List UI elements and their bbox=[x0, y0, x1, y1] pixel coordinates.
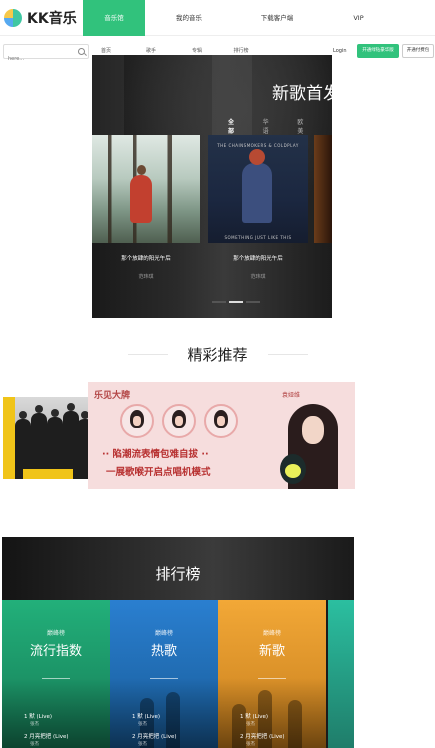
chart-card-subtitle: 巅峰榜 bbox=[154, 630, 173, 637]
chart-artist-2[interactable]: 张杰 bbox=[246, 741, 255, 747]
chart-card-hot-songs[interactable]: 巅峰榜 热歌 1 默 (Live) 张杰 2 月亮把把 (Live) 张杰 bbox=[110, 600, 218, 748]
album-cover-band: THE CHAINSMOKERS & COLDPLAY bbox=[217, 143, 299, 148]
album-figure bbox=[242, 149, 272, 223]
chart-song-2[interactable]: 2 月亮把把 (Live) bbox=[240, 732, 285, 740]
carousel-dot-active[interactable] bbox=[229, 301, 243, 303]
chart-artist-1[interactable]: 张杰 bbox=[30, 721, 39, 727]
chart-card-title: 热歌 bbox=[150, 644, 177, 659]
chart-song-1[interactable]: 1 默 (Live) bbox=[240, 712, 268, 720]
banner-subline: 一展歌喉开启点唱机模式 bbox=[106, 467, 211, 478]
chart-song-2[interactable]: 2 月亮把把 (Live) bbox=[24, 732, 69, 740]
album-artist-1[interactable]: 范玮琪 bbox=[92, 273, 200, 280]
chart-song-2[interactable]: 2 月亮把把 (Live) bbox=[132, 732, 177, 740]
chart-song-1[interactable]: 1 默 (Live) bbox=[24, 712, 52, 720]
chart-card-title: 流行指数 bbox=[29, 644, 82, 659]
chart-card-new-songs[interactable]: 巅峰榜 新歌 1 默 (Live) 张杰 2 月亮把把 (Live) 张杰 bbox=[218, 600, 326, 748]
new-songs-title: 新歌首发 bbox=[272, 84, 332, 104]
album-artist-2[interactable]: 范玮琪 bbox=[204, 273, 312, 280]
album-title-2[interactable]: 那个放肆的阳光午后 bbox=[204, 254, 312, 262]
banner-stripe bbox=[3, 397, 15, 479]
chart-card-next[interactable] bbox=[328, 600, 354, 748]
chart-card-title: 新歌 bbox=[258, 644, 285, 659]
new-songs-section: 新歌首发 全部 华语 欧美 THE CHAINSMOKERS & COLDPLA… bbox=[92, 55, 332, 318]
top-header: KK音乐 音乐馆 我的音乐 下载客户端 VIP bbox=[0, 0, 435, 36]
chart-song-1[interactable]: 1 默 (Live) bbox=[132, 712, 160, 720]
login-link[interactable]: Login bbox=[333, 44, 347, 58]
nav-item-vip[interactable]: VIP bbox=[321, 0, 396, 36]
penguin-mascot-icon bbox=[280, 454, 306, 484]
chart-artist-2[interactable]: 张杰 bbox=[138, 741, 147, 747]
album-cover-song: SOMETHING JUST LIKE THIS bbox=[224, 235, 292, 240]
main-nav: 音乐馆 我的音乐 下载客户端 VIP bbox=[83, 0, 396, 36]
search-icon[interactable] bbox=[78, 48, 85, 55]
chart-artist-1[interactable]: 张杰 bbox=[138, 721, 147, 727]
emoji-face-1 bbox=[120, 404, 154, 438]
carousel-dot[interactable] bbox=[246, 301, 260, 303]
logo-text: KK音乐 bbox=[27, 11, 77, 27]
carousel-dots bbox=[212, 301, 263, 303]
chart-card-subtitle: 巅峰榜 bbox=[262, 630, 281, 637]
open-package-button[interactable]: 开通付费包 bbox=[402, 44, 434, 58]
open-vip-button[interactable]: 开通绿钻豪华版 bbox=[357, 44, 399, 58]
carousel-dot[interactable] bbox=[212, 301, 226, 303]
hero-bg-strip bbox=[92, 55, 124, 135]
nav-item-music-hall[interactable]: 音乐馆 bbox=[83, 0, 145, 36]
search-input[interactable] bbox=[4, 52, 74, 66]
ranking-title: 排行榜 bbox=[155, 565, 201, 583]
banner-tag: 乐见大牌 bbox=[94, 391, 131, 401]
logo-icon bbox=[4, 9, 22, 27]
featured-banner-left[interactable] bbox=[3, 397, 89, 479]
banner-artist-name: 袁娅维 bbox=[282, 392, 301, 399]
emoji-face-3 bbox=[204, 404, 238, 438]
banner-stripe bbox=[23, 469, 73, 479]
chart-artist-1[interactable]: 张杰 bbox=[246, 721, 255, 727]
logo[interactable]: KK音乐 bbox=[4, 8, 77, 28]
album-title-1[interactable]: 那个放肆的阳光午后 bbox=[92, 254, 200, 262]
nav-item-my-music[interactable]: 我的音乐 bbox=[145, 0, 233, 36]
featured-title: 精彩推荐 bbox=[187, 346, 248, 364]
album-figure bbox=[130, 165, 152, 223]
emoji-face-2 bbox=[162, 404, 196, 438]
album-cover-2[interactable]: THE CHAINSMOKERS & COLDPLAY SOMETHING JU… bbox=[208, 135, 308, 243]
chart-card-popular-index[interactable]: 巅峰榜 流行指数 1 默 (Live) 张杰 2 月亮把把 (Live) 张杰 bbox=[2, 600, 110, 748]
nav-item-download-client[interactable]: 下载客户端 bbox=[233, 0, 321, 36]
chart-artist-2[interactable]: 张杰 bbox=[30, 741, 39, 747]
album-cover-3[interactable] bbox=[314, 135, 332, 243]
search-box bbox=[3, 44, 89, 66]
featured-banner-main[interactable]: 乐见大牌 ·· 陷潮流表情包难自拔 ·· 一展歌喉开启点唱机模式 袁娅维 bbox=[88, 382, 355, 489]
ranking-section: 排行榜 巅峰榜 流行指数 1 默 (Live) 张杰 2 月亮把把 (Live)… bbox=[2, 537, 354, 748]
banner-headline: ·· 陷潮流表情包难自拔 ·· bbox=[102, 449, 209, 460]
album-cover-1[interactable] bbox=[92, 135, 200, 243]
chart-card-subtitle: 巅峰榜 bbox=[46, 630, 65, 637]
section-divider bbox=[268, 354, 308, 355]
